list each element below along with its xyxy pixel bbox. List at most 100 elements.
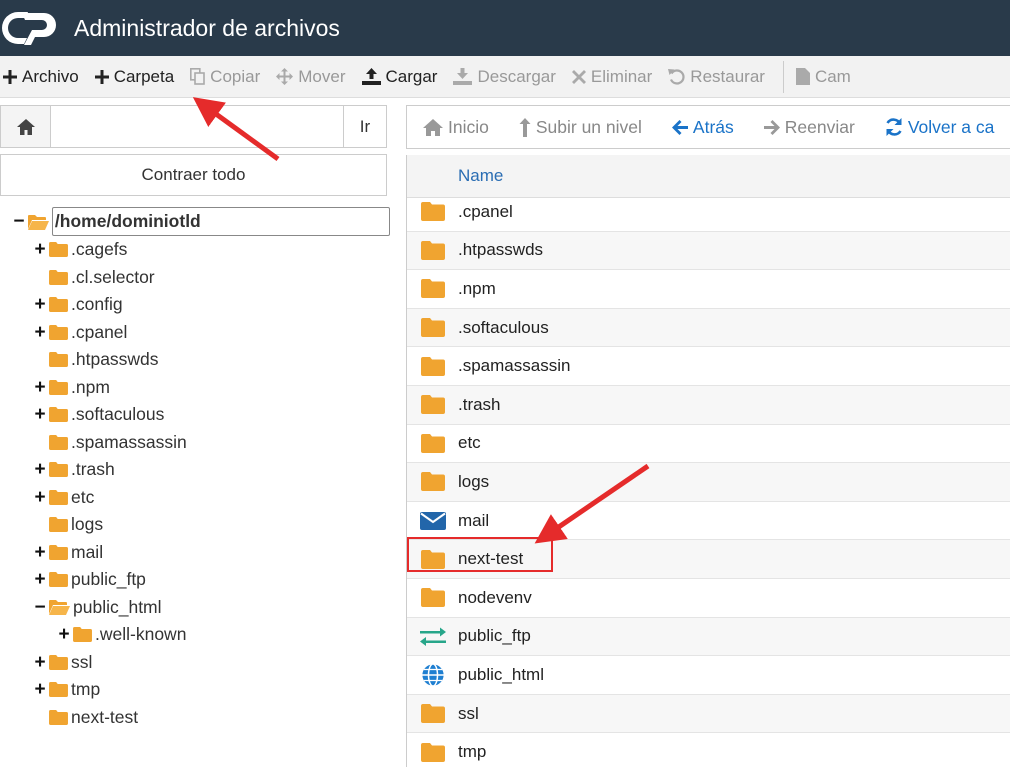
file-row-mail[interactable]: mail: [407, 502, 1010, 541]
collapse-toggle[interactable]: −: [33, 598, 47, 617]
tree-item-tmp[interactable]: + tmp: [0, 676, 390, 704]
file-name[interactable]: etc: [458, 433, 1010, 453]
expand-toggle[interactable]: +: [33, 460, 47, 479]
tree-item-label[interactable]: tmp: [71, 679, 100, 700]
tree-item-etc[interactable]: + etc: [0, 484, 390, 512]
file-name[interactable]: nodevenv: [458, 588, 1010, 608]
tree-root-label[interactable]: /home/dominiotld: [51, 207, 390, 236]
file-row-etc[interactable]: etc: [407, 425, 1010, 464]
expand-toggle[interactable]: +: [33, 543, 47, 562]
file-row-htpasswds[interactable]: .htpasswds: [407, 231, 1010, 271]
toolbar-cam-button[interactable]: Cam: [794, 56, 865, 97]
tree-item-label[interactable]: .cpanel: [71, 322, 127, 343]
file-name[interactable]: .npm: [458, 279, 1010, 299]
tree-item-next-test[interactable]: next-test: [0, 704, 390, 732]
file-name[interactable]: .htpasswds: [458, 240, 1010, 260]
tree-item-public-ftp[interactable]: + public_ftp: [0, 566, 390, 594]
expand-toggle[interactable]: +: [57, 625, 71, 644]
file-row-nodevenv[interactable]: nodevenv: [407, 579, 1010, 618]
go-button[interactable]: Ir: [343, 106, 386, 147]
toolbar-restaurar-button[interactable]: Restaurar: [666, 56, 779, 97]
tree-item-label[interactable]: mail: [71, 542, 103, 563]
tree-item-npm[interactable]: + .npm: [0, 374, 390, 402]
expand-toggle[interactable]: +: [33, 323, 47, 342]
tree-item-label[interactable]: .cl.selector: [71, 267, 155, 288]
expand-toggle[interactable]: +: [33, 240, 47, 259]
collapse-all-button[interactable]: Contraer todo: [0, 154, 387, 196]
file-row-ssl[interactable]: ssl: [407, 694, 1010, 734]
expand-toggle[interactable]: +: [33, 488, 47, 507]
tree-root[interactable]: − /home/dominiotld: [0, 207, 390, 236]
file-row-public-html[interactable]: public_html: [407, 656, 1010, 695]
nav-atr-s-button[interactable]: Atrás: [671, 117, 734, 138]
file-row-tmp[interactable]: tmp: [407, 733, 1010, 767]
tree-item-config[interactable]: + .config: [0, 291, 390, 319]
expand-toggle[interactable]: +: [33, 570, 47, 589]
toolbar-cargar-button[interactable]: Cargar: [360, 56, 452, 97]
tree-item-well-known[interactable]: + .well-known: [0, 621, 390, 649]
file-name[interactable]: .trash: [458, 395, 1010, 415]
toolbar-copiar-button[interactable]: Copiar: [188, 56, 274, 97]
tree-item-htpasswds[interactable]: .htpasswds: [0, 346, 390, 374]
tree-item-mail[interactable]: + mail: [0, 539, 390, 567]
toolbar-mover-button[interactable]: Mover: [274, 56, 359, 97]
tree-item-cpanel[interactable]: + .cpanel: [0, 319, 390, 347]
home-button[interactable]: [1, 106, 51, 147]
file-name[interactable]: .spamassassin: [458, 356, 1010, 376]
file-row-cpanel[interactable]: .cpanel: [407, 193, 1010, 232]
tree-item-softaculous[interactable]: + .softaculous: [0, 401, 390, 429]
tree-item-label[interactable]: .spamassassin: [71, 432, 187, 453]
path-input[interactable]: [51, 106, 343, 147]
file-row-trash[interactable]: .trash: [407, 385, 1010, 425]
file-row-npm[interactable]: .npm: [407, 270, 1010, 309]
file-row-softaculous[interactable]: .softaculous: [407, 308, 1010, 348]
file-row-spamassassin[interactable]: .spamassassin: [407, 347, 1010, 386]
file-name[interactable]: public_html: [458, 665, 1010, 685]
toolbar-eliminar-button[interactable]: Eliminar: [570, 56, 666, 97]
nav-reenviar-button[interactable]: Reenviar: [763, 117, 855, 138]
tree-item-label[interactable]: .softaculous: [71, 404, 164, 425]
toolbar-archivo-button[interactable]: Archivo: [0, 56, 93, 97]
file-row-logs[interactable]: logs: [407, 463, 1010, 502]
collapse-toggle[interactable]: −: [12, 212, 26, 231]
toolbar-descargar-button[interactable]: Descargar: [451, 56, 569, 97]
tree-item-cagefs[interactable]: + .cagefs: [0, 236, 390, 264]
tree-item-spamassassin[interactable]: .spamassassin: [0, 429, 390, 457]
tree-item-label[interactable]: public_html: [73, 597, 162, 618]
tree-item-label[interactable]: next-test: [71, 707, 138, 728]
file-name[interactable]: public_ftp: [458, 626, 1010, 646]
file-name[interactable]: ssl: [458, 704, 1010, 724]
tree-item-label[interactable]: .cagefs: [71, 239, 127, 260]
nav-volver-a-ca-button[interactable]: Volver a ca: [885, 117, 994, 138]
file-row-public-ftp[interactable]: public_ftp: [407, 617, 1010, 657]
file-name[interactable]: logs: [458, 472, 1010, 492]
expand-toggle[interactable]: +: [33, 378, 47, 397]
expand-toggle[interactable]: +: [33, 405, 47, 424]
tree-item-cl-selector[interactable]: .cl.selector: [0, 264, 390, 292]
nav-subir-un-nivel-button[interactable]: Subir un nivel: [519, 117, 642, 138]
tree-item-ssl[interactable]: + ssl: [0, 649, 390, 677]
tree-item-public-html[interactable]: − public_html: [0, 594, 390, 622]
file-name[interactable]: .cpanel: [458, 202, 1010, 222]
cpanel-logo[interactable]: [0, 0, 60, 56]
expand-toggle[interactable]: +: [33, 295, 47, 314]
tree-item-label[interactable]: .htpasswds: [71, 349, 159, 370]
toolbar-carpeta-button[interactable]: Carpeta: [93, 56, 188, 97]
tree-item-label[interactable]: .well-known: [95, 624, 186, 645]
tree-item-label[interactable]: .trash: [71, 459, 115, 480]
tree-item-label[interactable]: ssl: [71, 652, 92, 673]
expand-toggle[interactable]: +: [33, 680, 47, 699]
expand-toggle[interactable]: +: [33, 653, 47, 672]
tree-item-logs[interactable]: logs: [0, 511, 390, 539]
file-name[interactable]: tmp: [458, 742, 1010, 762]
tree-item-label[interactable]: .config: [71, 294, 123, 315]
tree-item-label[interactable]: public_ftp: [71, 569, 146, 590]
nav-inicio-button[interactable]: Inicio: [423, 117, 489, 138]
tree-item-label[interactable]: logs: [71, 514, 103, 535]
tree-item-label[interactable]: .npm: [71, 377, 110, 398]
file-name[interactable]: mail: [458, 511, 1010, 531]
file-name[interactable]: .softaculous: [458, 318, 1010, 338]
tree-item-trash[interactable]: + .trash: [0, 456, 390, 484]
column-header-name[interactable]: Name: [407, 155, 1010, 198]
tree-item-label[interactable]: etc: [71, 487, 94, 508]
